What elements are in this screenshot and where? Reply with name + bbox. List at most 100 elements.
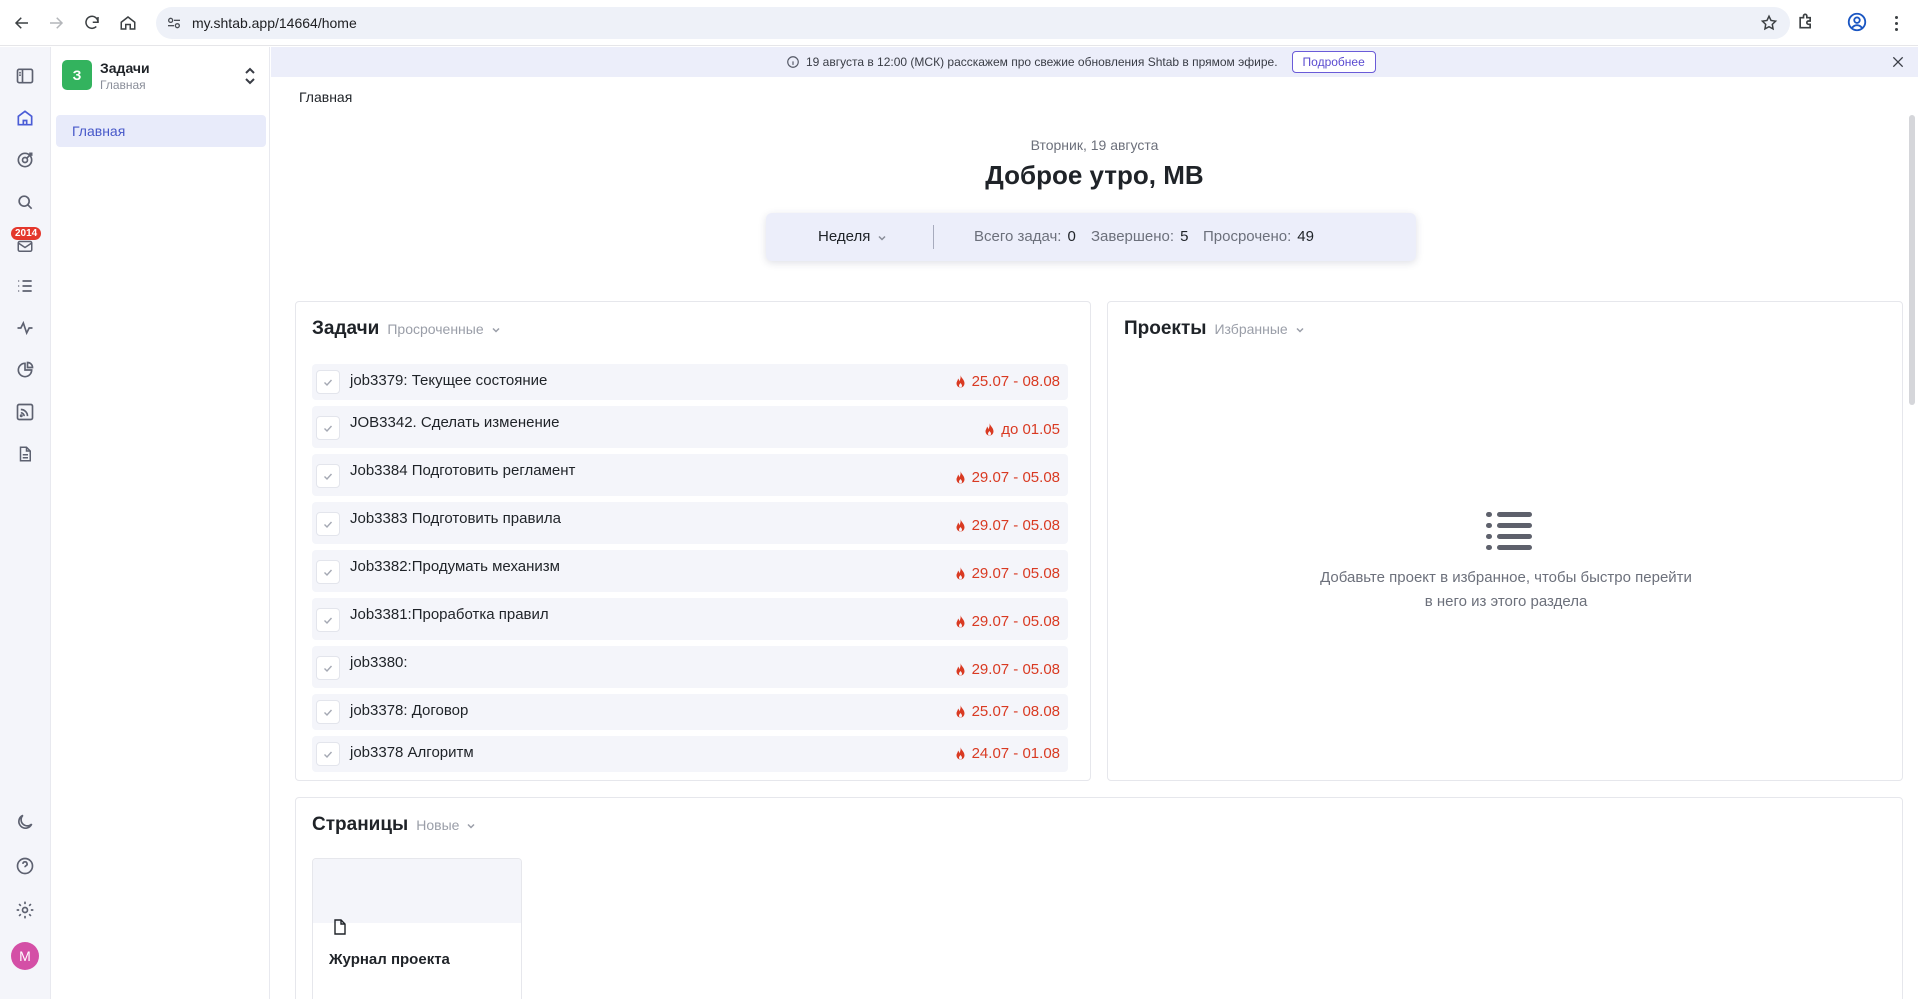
pages-filter-dropdown[interactable]: Новые [416,817,477,833]
help-icon[interactable] [13,854,37,878]
page-cover [313,859,521,923]
task-name[interactable]: job3378: Договор [350,702,468,719]
period-dropdown[interactable]: Неделя [818,228,888,245]
sidebar-item-label: Главная [72,123,126,139]
address-bar[interactable]: my.shtab.app/14664/home [156,7,1790,39]
chevron-down-icon [490,323,502,335]
chevron-down-icon [876,231,888,243]
back-button[interactable] [10,11,34,35]
task-due-text: 29.07 - 05.08 [971,565,1060,582]
task-due-date: 25.07 - 08.08 [955,703,1060,720]
stat-done-value: 5 [1180,228,1189,245]
task-complete-checkbox[interactable] [316,700,340,724]
browser-toolbar: my.shtab.app/14664/home [0,0,1918,46]
task-complete-checkbox[interactable] [316,370,340,394]
list-nav-icon[interactable] [13,274,37,298]
chevron-up-down-icon [242,65,258,87]
task-name[interactable]: Job3383 Подготовить правила [350,510,561,527]
task-complete-checkbox[interactable] [316,464,340,488]
task-complete-checkbox[interactable] [316,742,340,766]
projects-card-title: Проекты [1124,318,1207,339]
task-due-text: 24.07 - 01.08 [971,745,1060,762]
chevron-down-icon [1294,323,1306,335]
home-nav-icon[interactable] [13,106,37,130]
projects-card-header: Проекты Избранные [1124,318,1306,340]
fire-icon [955,566,966,581]
task-row[interactable]: job3379: Текущее состояние 25.07 - 08.08 [312,364,1068,400]
reload-button[interactable] [80,11,104,35]
settings-gear-icon[interactable] [13,898,37,922]
task-name[interactable]: job3380: [350,654,408,671]
fire-icon [955,518,966,533]
task-due-text: 25.07 - 08.08 [971,373,1060,390]
tasks-filter-dropdown[interactable]: Просроченные [387,321,501,337]
browser-menu-icon[interactable] [1886,11,1906,35]
site-settings-icon[interactable] [166,15,182,31]
stat-overdue-label: Просрочено: [1203,228,1292,245]
task-name[interactable]: job3378 Алгоритм [350,744,474,761]
fire-icon [984,422,995,437]
workspace-name: Задачи [100,60,150,76]
documents-nav-icon[interactable] [13,442,37,466]
reports-nav-icon[interactable] [13,358,37,382]
workspace-logo: З [62,60,92,90]
task-due-text: до 01.05 [1001,421,1060,438]
dark-mode-icon[interactable] [13,810,37,834]
task-row[interactable]: job3378 Алгоритм 24.07 - 01.08 [312,736,1068,772]
task-row[interactable]: Job3381:Проработка правил 29.07 - 05.08 [312,598,1068,640]
chevron-down-icon [465,819,477,831]
close-icon[interactable] [1890,54,1906,70]
sidebar: З Задачи Главная Главная [52,47,270,999]
task-row[interactable]: job3378: Договор 25.07 - 08.08 [312,694,1068,730]
inbox-nav-icon[interactable] [13,234,37,258]
task-row[interactable]: Job3382:Продумать механизм 29.07 - 05.08 [312,550,1068,592]
task-name[interactable]: JOB3342. Сделать изменение [350,414,559,431]
task-complete-checkbox[interactable] [316,416,340,440]
task-name[interactable]: Job3384 Подготовить регламент [350,462,575,479]
breadcrumb: Главная [299,89,353,105]
fire-icon [955,704,966,719]
task-row[interactable]: Job3384 Подготовить регламент 29.07 - 05… [312,454,1068,496]
task-complete-checkbox[interactable] [316,608,340,632]
task-complete-checkbox[interactable] [316,560,340,584]
task-name[interactable]: Job3381:Проработка правил [350,606,549,623]
task-name[interactable]: job3379: Текущее состояние [350,372,547,389]
fire-icon [955,614,966,629]
goals-nav-icon[interactable] [13,148,37,172]
profile-icon[interactable] [1846,11,1870,35]
stat-done: Завершено: 5 [1091,228,1188,245]
task-due-text: 29.07 - 05.08 [971,613,1060,630]
stat-done-label: Завершено: [1091,228,1175,245]
stat-total-value: 0 [1067,228,1076,245]
task-due-date: 25.07 - 08.08 [955,373,1060,390]
task-complete-checkbox[interactable] [316,656,340,680]
page-tile[interactable]: Журнал проекта [312,858,522,999]
empty-line-2: в него из этого раздела [1424,593,1588,610]
activity-nav-icon[interactable] [13,316,37,340]
fire-icon [955,662,966,677]
main-scrollbar[interactable] [1909,115,1915,405]
announcement-more-button[interactable]: Подробнее [1291,51,1376,73]
home-button[interactable] [116,11,140,35]
tasks-card: Задачи Просроченные job3379: Текущее сос… [295,301,1091,781]
task-row[interactable]: Job3383 Подготовить правила 29.07 - 05.0… [312,502,1068,544]
workspace-switcher[interactable]: З Задачи Главная [62,57,262,97]
task-due-date: 29.07 - 05.08 [955,469,1060,486]
task-due-date: 29.07 - 05.08 [955,613,1060,630]
sidebar-item-home[interactable]: Главная [56,115,266,147]
task-row[interactable]: job3380: 29.07 - 05.08 [312,646,1068,688]
tasks-card-header: Задачи Просроченные [312,318,502,340]
projects-filter-dropdown[interactable]: Избранные [1214,321,1305,337]
feed-nav-icon[interactable] [13,400,37,424]
bookmark-star-icon[interactable] [1760,14,1778,32]
empty-line-1: Добавьте проект в избранное, чтобы быстр… [1320,569,1692,586]
forward-button[interactable] [44,11,68,35]
sidebar-toggle-icon[interactable] [13,64,37,88]
task-due-text: 29.07 - 05.08 [971,661,1060,678]
extensions-icon[interactable] [1796,11,1820,35]
task-row[interactable]: JOB3342. Сделать изменение до 01.05 [312,406,1068,448]
search-nav-icon[interactable] [13,190,37,214]
user-avatar[interactable]: M [11,942,39,970]
task-complete-checkbox[interactable] [316,512,340,536]
task-name[interactable]: Job3382:Продумать механизм [350,558,560,575]
